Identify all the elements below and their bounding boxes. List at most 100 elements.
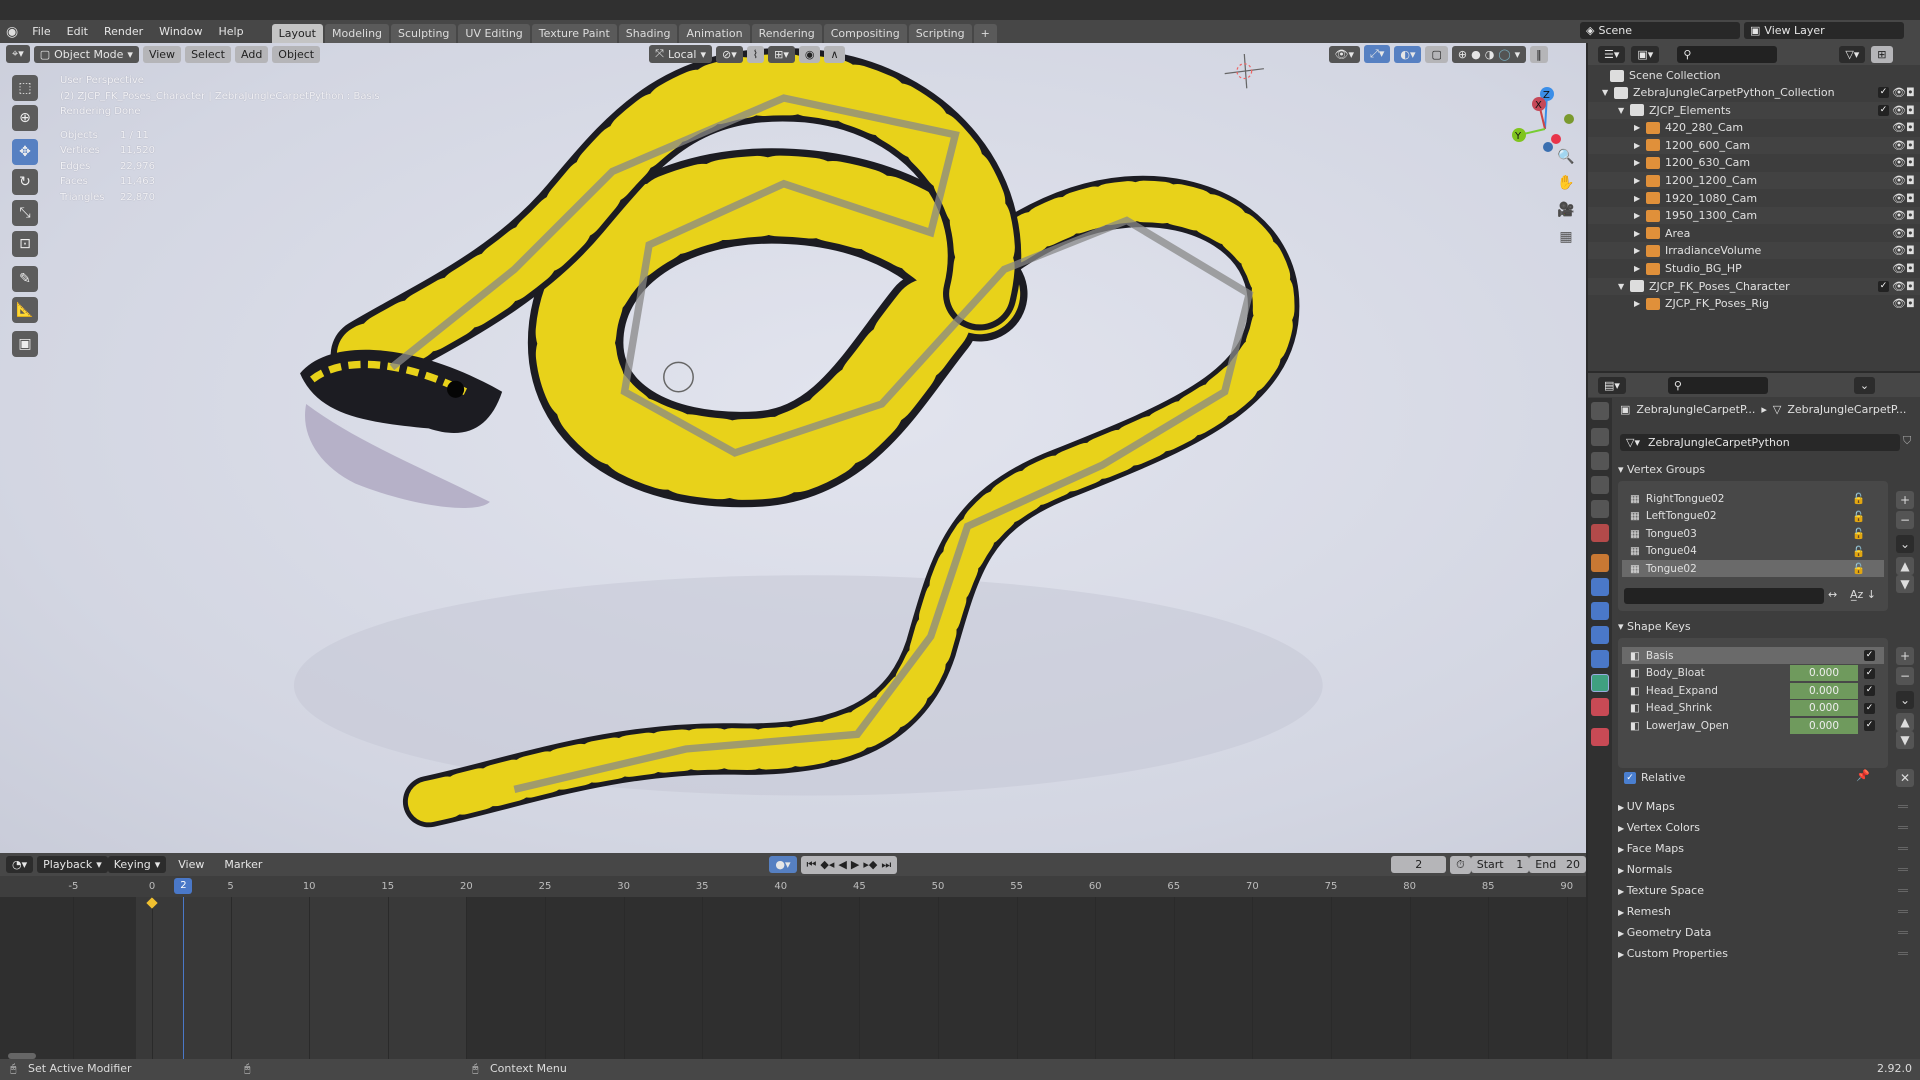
menu-object[interactable]: Object: [272, 45, 321, 63]
camera-render-icon[interactable]: ◘: [1906, 227, 1915, 240]
shape-keys-header[interactable]: ▾ Shape Keys: [1618, 620, 1691, 633]
play-icon[interactable]: ▶: [851, 858, 859, 871]
exclude-checkbox[interactable]: ✓: [1878, 104, 1889, 116]
shape-key-mute-checkbox[interactable]: ✓: [1864, 720, 1875, 731]
eye-icon[interactable]: 👁: [1892, 156, 1906, 169]
panel-header[interactable]: ▶ Vertex Colors: [1618, 821, 1700, 834]
outliner-item[interactable]: ▶ 1950_1300_Cam 👁 ◘: [1588, 207, 1920, 225]
new-collection-icon[interactable]: ⊞: [1871, 45, 1893, 63]
move-up-button[interactable]: ▲: [1896, 557, 1914, 575]
drag-handle-icon[interactable]: [1898, 889, 1908, 892]
vertex-group-item[interactable]: ▦ Tongue04 🔓: [1622, 543, 1884, 560]
disclosure-triangle-icon[interactable]: ▶: [1634, 299, 1646, 308]
disclosure-triangle-icon[interactable]: ▶: [1634, 194, 1646, 203]
material-preview-icon[interactable]: ◑: [1485, 48, 1495, 61]
shape-key-mute-checkbox[interactable]: ✓: [1864, 685, 1875, 696]
tab-uv-editing[interactable]: UV Editing: [458, 24, 530, 43]
outliner-item[interactable]: ▶ 1200_600_Cam 👁 ◘: [1588, 136, 1920, 154]
object-mode-dropdown[interactable]: ▢ Object Mode ▾: [33, 45, 139, 63]
drag-handle-icon[interactable]: [1898, 952, 1908, 955]
eye-icon[interactable]: 👁: [1892, 104, 1906, 117]
shape-key-mute-checkbox[interactable]: ✓: [1864, 650, 1875, 661]
current-frame-field[interactable]: 2: [1391, 856, 1447, 873]
tab-rendering[interactable]: Rendering: [751, 24, 822, 43]
lock-icon[interactable]: 🔓: [1852, 492, 1865, 505]
shape-key-item[interactable]: ◧ Head_Expand 0.000 ✓: [1622, 682, 1884, 699]
add-shape-key-button[interactable]: +: [1896, 647, 1914, 665]
drag-handle-icon[interactable]: [1898, 826, 1908, 829]
shading-modes[interactable]: ⊕ ● ◑ ◯ ▾: [1451, 45, 1527, 63]
sort-alpha-icon[interactable]: A̲z ↓: [1850, 588, 1876, 601]
eye-icon[interactable]: 👁: [1892, 86, 1906, 99]
tab-compositing[interactable]: Compositing: [823, 24, 907, 43]
drag-handle-icon[interactable]: [1898, 868, 1908, 871]
world-tab-icon[interactable]: [1591, 524, 1609, 542]
vertex-group-item[interactable]: ▦ Tongue03 🔓: [1622, 525, 1884, 542]
tab-modeling[interactable]: Modeling: [324, 24, 390, 43]
physics-tab-icon[interactable]: [1591, 626, 1609, 644]
cursor-tool[interactable]: ⊕: [12, 105, 38, 131]
exclude-checkbox[interactable]: ✓: [1878, 280, 1889, 292]
jump-start-icon[interactable]: ⏮: [807, 858, 817, 872]
disclosure-triangle-icon[interactable]: ▼: [1618, 282, 1630, 291]
tab-animation[interactable]: Animation: [679, 24, 750, 43]
outliner-scene-collection[interactable]: Scene Collection: [1588, 67, 1920, 84]
mesh-data-tab-icon[interactable]: [1591, 674, 1609, 692]
tab-layout[interactable]: Layout: [271, 24, 323, 43]
outliner-item[interactable]: ▼ ZJCP_Elements ✓ 👁 ◘: [1588, 101, 1920, 119]
play-reverse-icon[interactable]: ◀: [838, 858, 846, 871]
prev-keyframe-icon[interactable]: ◆◂: [820, 858, 834, 871]
disclosure-triangle-icon[interactable]: ▶: [1634, 229, 1646, 238]
menu-file[interactable]: File: [24, 25, 58, 38]
annotate-tool[interactable]: ✎: [12, 266, 38, 292]
disclosure-triangle-icon[interactable]: ▼: [1618, 106, 1630, 115]
disclosure-triangle-icon[interactable]: ▶: [1634, 211, 1646, 220]
properties-search-input[interactable]: ⚲: [1667, 376, 1768, 394]
lock-icon[interactable]: 🔓: [1852, 527, 1865, 540]
outliner-item[interactable]: ▶ 420_280_Cam 👁 ◘: [1588, 119, 1920, 136]
next-keyframe-icon[interactable]: ▸◆: [863, 858, 877, 871]
timeline-marker-menu[interactable]: Marker: [216, 858, 270, 871]
disclosure-triangle-icon[interactable]: ▶: [1634, 246, 1646, 255]
eye-icon[interactable]: 👁: [1892, 121, 1906, 134]
eye-icon[interactable]: 👁: [1892, 209, 1906, 222]
timeline-view-menu[interactable]: View: [170, 858, 212, 871]
shape-key-mute-checkbox[interactable]: ✓: [1864, 702, 1875, 714]
drag-handle-icon[interactable]: [1898, 847, 1908, 850]
shape-key-value[interactable]: 0.000: [1790, 700, 1858, 716]
drag-handle-icon[interactable]: [1898, 805, 1908, 808]
shape-key-mute-checkbox[interactable]: ✓: [1864, 667, 1875, 679]
perspective-grid-icon[interactable]: ▦: [1554, 225, 1578, 249]
menu-edit[interactable]: Edit: [59, 25, 96, 38]
display-mode-dropdown[interactable]: ☰▾: [1598, 45, 1626, 63]
editor-type-button[interactable]: ◔▾: [6, 856, 34, 873]
disclosure-triangle-icon[interactable]: ▼: [1602, 88, 1614, 97]
wireframe-icon[interactable]: ⊕: [1458, 48, 1467, 61]
shape-key-specials-dropdown[interactable]: ⌄: [1896, 691, 1914, 709]
start-frame-field[interactable]: Start 1: [1470, 856, 1530, 873]
shape-key-item[interactable]: ◧ Basis ✓: [1622, 647, 1884, 664]
shape-key-item[interactable]: ◧ Head_Shrink 0.000 ✓: [1622, 700, 1884, 717]
clear-shape-key-button[interactable]: ✕: [1896, 769, 1914, 787]
overlay-toggle[interactable]: ◐▾: [1394, 45, 1422, 63]
shape-key-move-down-button[interactable]: ▼: [1896, 731, 1914, 749]
playhead[interactable]: 2: [174, 878, 193, 894]
zoom-icon[interactable]: 🔍: [1554, 145, 1578, 169]
menu-render[interactable]: Render: [96, 25, 151, 38]
eye-icon[interactable]: 👁: [1892, 262, 1906, 275]
scale-tool[interactable]: ⤡: [12, 200, 38, 226]
outliner-item[interactable]: ▶ 1200_630_Cam 👁 ◘: [1588, 154, 1920, 171]
solid-icon[interactable]: ●: [1471, 48, 1481, 61]
camera-render-icon[interactable]: ◘: [1906, 192, 1915, 205]
gizmo-toggle[interactable]: ⤢▾: [1364, 45, 1391, 63]
auto-keying-toggle[interactable]: ●▾: [769, 856, 797, 873]
tool-tab-icon[interactable]: [1591, 402, 1609, 420]
visibility-dropdown[interactable]: 👁▾: [1328, 45, 1361, 63]
disclosure-triangle-icon[interactable]: ▶: [1634, 141, 1646, 150]
remove-vertex-group-button[interactable]: −: [1896, 511, 1914, 529]
camera-render-icon[interactable]: ◘: [1906, 262, 1915, 275]
menu-help[interactable]: Help: [211, 25, 252, 38]
object-tab-icon[interactable]: [1591, 554, 1609, 572]
eye-icon[interactable]: 👁: [1892, 244, 1906, 257]
tab-texture-paint[interactable]: Texture Paint: [531, 24, 617, 43]
